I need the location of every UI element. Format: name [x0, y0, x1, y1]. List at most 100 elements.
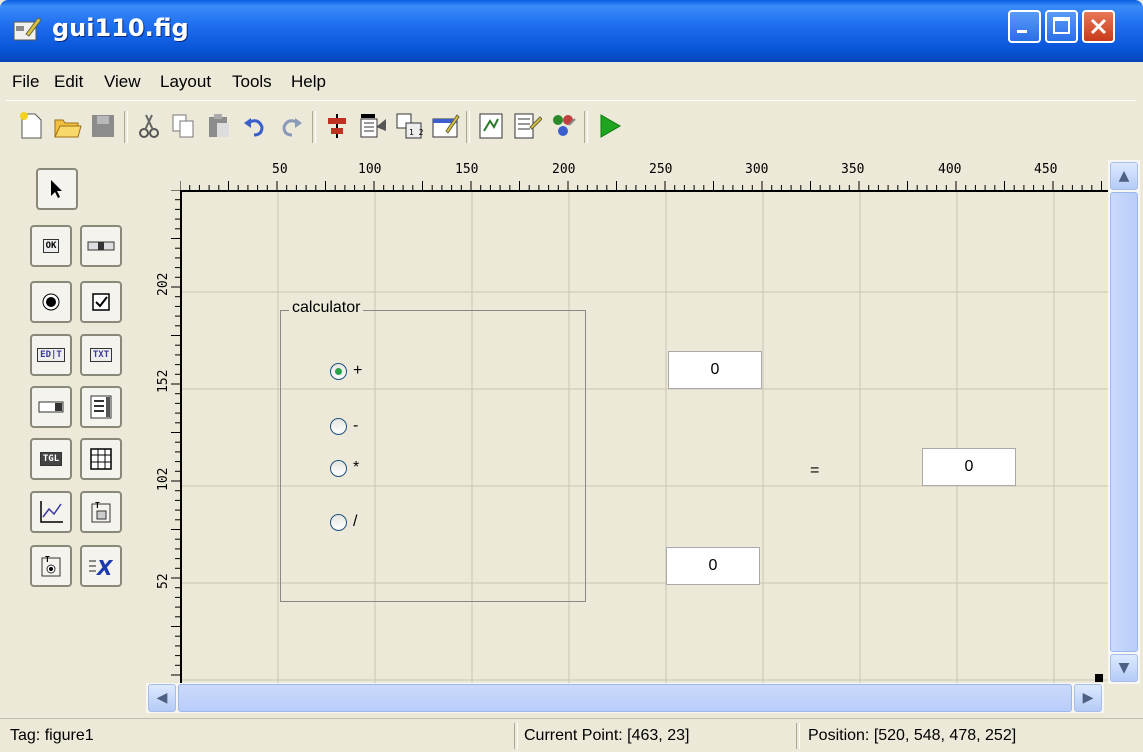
chevron-up-icon: ▲: [1118, 168, 1130, 184]
run-figure-icon[interactable]: [594, 111, 624, 141]
minimize-icon: [1017, 30, 1027, 33]
save-icon[interactable]: [88, 111, 118, 141]
redo-icon[interactable]: [276, 111, 306, 141]
radio-label: /: [353, 513, 358, 530]
palette-toggle-button[interactable]: TGL: [30, 438, 72, 480]
cut-icon[interactable]: [134, 111, 164, 141]
slider-icon: [87, 241, 115, 251]
palette-select[interactable]: [36, 168, 78, 210]
palette-activex-control[interactable]: X: [80, 545, 122, 587]
hruler-label: 400: [938, 162, 962, 177]
radio-label: -: [353, 417, 359, 434]
scroll-up-button[interactable]: ▲: [1110, 162, 1138, 190]
menu-editor-icon[interactable]: [358, 111, 388, 141]
svg-text:T: T: [45, 555, 50, 564]
scroll-down-button[interactable]: ▼: [1110, 654, 1138, 682]
menu-layout[interactable]: Layout: [160, 72, 211, 92]
vruler-label: 102: [156, 467, 171, 491]
static-text-icon: TXT: [89, 348, 113, 362]
minimize-button[interactable]: [1008, 10, 1041, 43]
radio-circle: [330, 459, 347, 477]
chevron-left-icon: ◀: [156, 690, 168, 706]
palette-radio-button[interactable]: [30, 281, 72, 323]
palette-listbox[interactable]: [80, 386, 122, 428]
hruler-label: 350: [841, 162, 865, 177]
toggle-button-icon: TGL: [39, 452, 63, 466]
hruler-label: 50: [272, 162, 288, 177]
radio-label: *: [353, 459, 360, 476]
menu-file[interactable]: File: [12, 72, 39, 92]
palette-edit-text[interactable]: ED|T: [30, 334, 72, 376]
activex-icon: X: [89, 556, 114, 578]
palette-static-text[interactable]: TXT: [80, 334, 122, 376]
calculator-panel[interactable]: calculator: [280, 299, 586, 602]
hruler-label: 100: [358, 162, 382, 177]
operand2-edit[interactable]: 0: [666, 547, 760, 585]
status-tag: Tag: figure1: [10, 727, 94, 744]
vruler-label: 152: [156, 369, 171, 393]
layout-canvas[interactable]: calculator + - * / 0 0 0 =: [180, 190, 1108, 686]
open-icon[interactable]: [52, 111, 82, 141]
radio-minus[interactable]: -: [330, 417, 358, 435]
menu-help[interactable]: Help: [291, 72, 326, 92]
palette-axes[interactable]: [30, 491, 72, 533]
vertical-scroll-thumb[interactable]: [1110, 192, 1138, 652]
palette-check-box[interactable]: [80, 281, 122, 323]
palette-table[interactable]: [80, 438, 122, 480]
palette-button-group[interactable]: T: [30, 545, 72, 587]
chevron-down-icon: ▼: [1118, 660, 1130, 676]
horizontal-scrollbar[interactable]: ◀ ▶: [146, 683, 1104, 713]
menu-edit[interactable]: Edit: [54, 72, 83, 92]
hruler-label: 200: [552, 162, 576, 177]
status-current-point: Current Point: [463, 23]: [524, 727, 690, 744]
radio-circle: [330, 362, 347, 380]
guide-app-icon: [13, 17, 42, 41]
new-icon[interactable]: [16, 111, 46, 141]
edit-text-icon: ED|T: [37, 348, 65, 362]
title-bar: gui110.fig: [0, 0, 1143, 62]
menu-view[interactable]: View: [104, 72, 141, 92]
mfile-editor-icon[interactable]: [476, 111, 506, 141]
palette-panel[interactable]: T: [80, 491, 122, 533]
vruler-label: 202: [156, 272, 171, 296]
palette-slider[interactable]: [80, 225, 122, 267]
listbox-icon: [90, 395, 112, 419]
radio-multiply[interactable]: *: [330, 459, 359, 477]
horizontal-ruler: [180, 181, 1102, 190]
hruler-label: 300: [745, 162, 769, 177]
radio-label: +: [353, 362, 363, 379]
operand1-edit[interactable]: 0: [668, 351, 762, 389]
vertical-scrollbar[interactable]: ▲ ▼: [1108, 160, 1140, 684]
toolbar-editor-icon[interactable]: [430, 111, 460, 141]
vertical-ruler: [171, 190, 180, 676]
hruler-label: 150: [455, 162, 479, 177]
resize-handle[interactable]: [1095, 674, 1103, 682]
property-inspector-icon[interactable]: [512, 111, 542, 141]
table-icon: [90, 448, 112, 470]
result-edit[interactable]: 0: [922, 448, 1016, 486]
horizontal-scroll-thumb[interactable]: [178, 684, 1072, 712]
toolbar: 1 2: [6, 100, 1136, 153]
maximize-button[interactable]: [1045, 10, 1078, 43]
scroll-right-button[interactable]: ▶: [1074, 684, 1102, 712]
object-browser-icon[interactable]: [548, 111, 578, 141]
tab-order-editor-icon[interactable]: 1 2: [394, 111, 424, 141]
close-button[interactable]: [1082, 10, 1115, 43]
radio-circle: [330, 417, 347, 435]
align-objects-icon[interactable]: [322, 111, 352, 141]
palette-push-button[interactable]: OK: [30, 225, 72, 267]
radio-divide[interactable]: /: [330, 513, 357, 531]
window-title: gui110.fig: [52, 14, 189, 42]
vruler-label: 52: [156, 573, 171, 589]
radio-plus[interactable]: +: [330, 362, 362, 380]
undo-icon[interactable]: [240, 111, 270, 141]
scroll-left-button[interactable]: ◀: [148, 684, 176, 712]
radio-circle: [330, 513, 347, 531]
paste-icon[interactable]: [204, 111, 234, 141]
hruler-label: 250: [649, 162, 673, 177]
button-group-icon: T: [41, 555, 61, 577]
menu-tools[interactable]: Tools: [232, 72, 272, 92]
arrow-cursor-icon: [51, 180, 62, 198]
palette-popup-menu[interactable]: [30, 386, 72, 428]
copy-icon[interactable]: [168, 111, 198, 141]
